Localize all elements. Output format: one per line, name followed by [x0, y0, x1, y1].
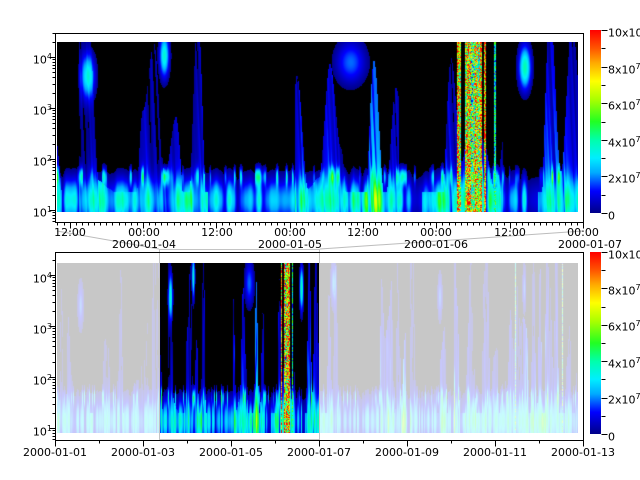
detail-x-tick-label: 12:00: [494, 226, 526, 239]
detail-y-tick-label: 102: [18, 152, 52, 169]
context-x-tick-label: 2000-01-01: [23, 446, 87, 459]
context-y-tick-label: 103: [18, 320, 52, 337]
colorbar-top-tick-label: 8x107: [608, 60, 640, 77]
colorbar-bottom-tick-label: 4x107: [608, 354, 640, 371]
context-x-tick-label: 2000-01-11: [463, 446, 527, 459]
colorbar-top[interactable]: [590, 30, 601, 213]
selection-range-box[interactable]: [159, 249, 320, 440]
context-x-tick-label: 2000-01-07: [287, 446, 351, 459]
context-x-tick-label: 2000-01-05: [199, 446, 263, 459]
detail-x-tick-label: 12:00: [201, 226, 233, 239]
context-y-tick-label: 104: [18, 269, 52, 286]
context-y-tick-label: 102: [18, 371, 52, 388]
spectrogram-window: 104 103 102 101 104 103 102 101 12:00 0 0…: [0, 0, 640, 480]
colorbar-bottom-tick-label: 0: [608, 427, 615, 444]
colorbar-top-tick-label: 2x107: [608, 169, 640, 186]
detail-x-date-label: 2000-01-05: [258, 238, 322, 251]
colorbar-bottom[interactable]: [590, 252, 601, 434]
colorbar-top-tick-label: 6x107: [608, 96, 640, 113]
context-x-tick-label: 2000-01-09: [375, 446, 439, 459]
colorbar-bottom-tick-label: 8x107: [608, 281, 640, 298]
detail-y-tick-label: 104: [18, 50, 52, 67]
colorbar-bottom-tick-label: 2x107: [608, 390, 640, 407]
context-x-tick-label: 2000-01-13: [551, 446, 615, 459]
colorbar-top-tick-label: 4x107: [608, 133, 640, 150]
context-x-tick-label: 2000-01-03: [111, 446, 175, 459]
colorbar-bottom-tick-label: 6x107: [608, 317, 640, 334]
context-y-tick-label: 101: [18, 422, 52, 439]
colorbar-top-tick-label: 10x107: [608, 23, 640, 40]
detail-x-date-label: 2000-01-06: [404, 238, 468, 251]
detail-y-tick-label: 101: [18, 203, 52, 220]
colorbar-top-tick-label: 0: [608, 206, 615, 223]
detail-x-tick-label: 12:00: [54, 226, 86, 239]
context-mask-left: [57, 263, 159, 433]
detail-spectrogram-canvas[interactable]: [57, 42, 578, 212]
detail-y-tick-label: 103: [18, 101, 52, 118]
detail-x-date-label: 2000-01-04: [112, 238, 176, 251]
colorbar-bottom-tick-label: 10x107: [608, 245, 640, 262]
detail-x-tick-label: 12:00: [347, 226, 379, 239]
context-mask-right: [320, 263, 578, 433]
